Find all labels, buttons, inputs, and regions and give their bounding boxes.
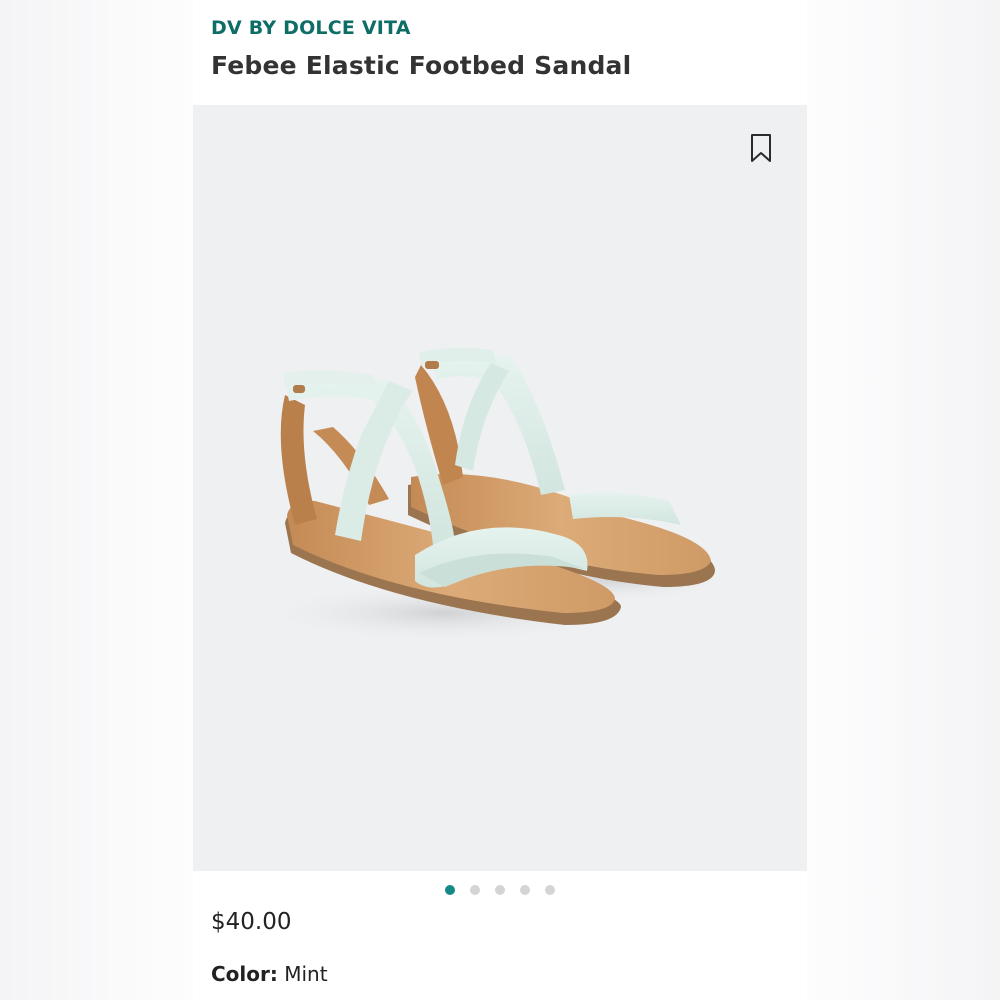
gallery-dot-2[interactable] — [470, 885, 480, 895]
product-title: Febee Elastic Footbed Sandal — [211, 51, 632, 80]
gallery-dot-1[interactable] — [445, 885, 455, 895]
sandal-product-image — [258, 347, 733, 643]
gallery-dot-4[interactable] — [520, 885, 530, 895]
gallery-dot-5[interactable] — [545, 885, 555, 895]
gallery-dot-3[interactable] — [495, 885, 505, 895]
color-value: Mint — [284, 962, 328, 986]
gallery-pagination — [193, 883, 807, 897]
product-image-gallery[interactable] — [193, 105, 807, 871]
product-card: DV BY DOLCE VITA Febee Elastic Footbed S… — [193, 0, 807, 1000]
color-selection: Color: Mint — [211, 962, 328, 986]
product-price: $40.00 — [211, 909, 292, 935]
color-label: Color: — [211, 962, 278, 986]
brand-name[interactable]: DV BY DOLCE VITA — [211, 17, 411, 39]
bookmark-icon[interactable] — [746, 132, 776, 164]
